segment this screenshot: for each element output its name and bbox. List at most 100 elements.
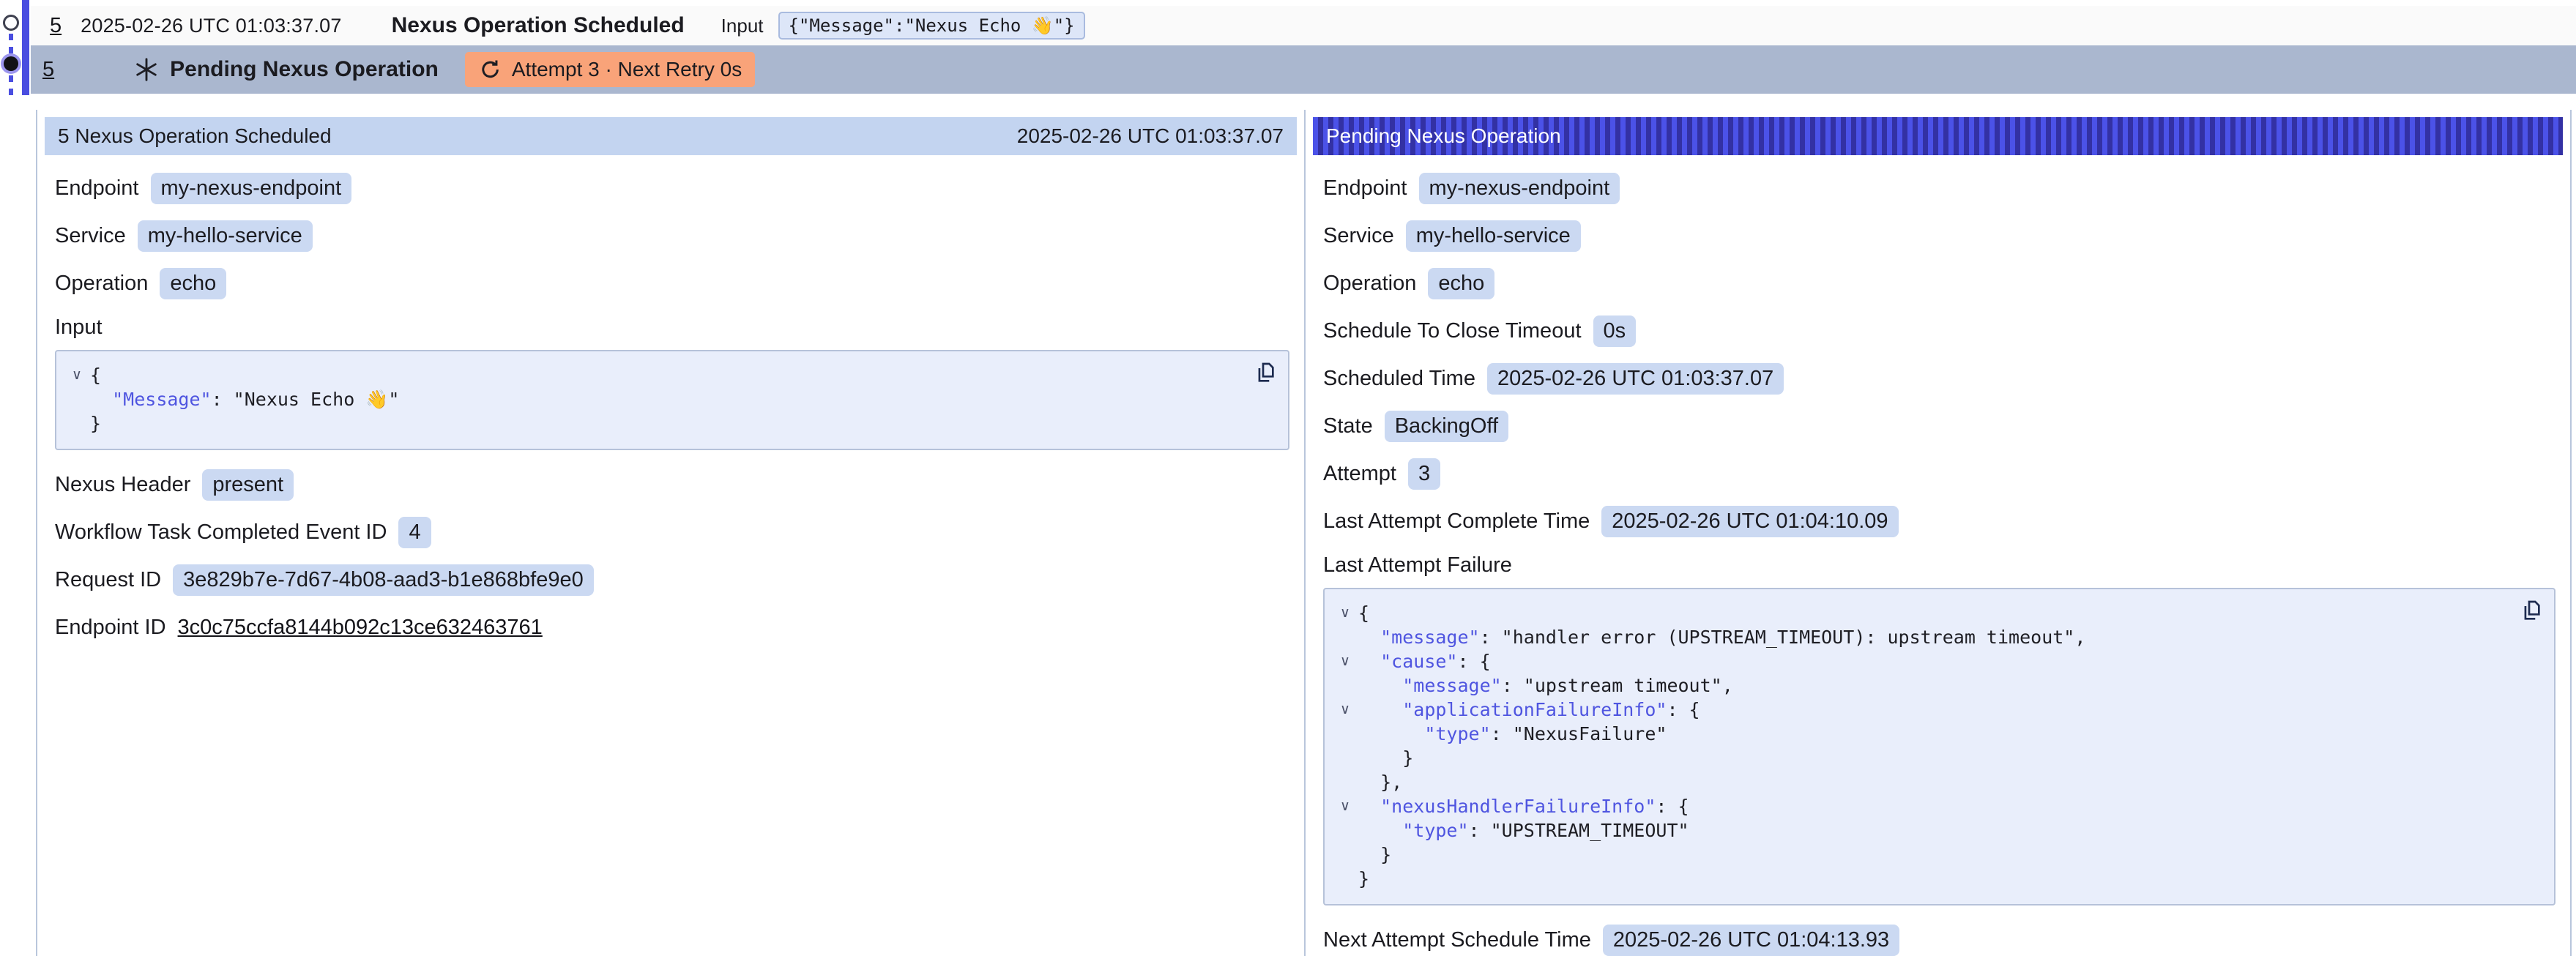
collapse-chevron-icon[interactable]: ∨	[64, 363, 90, 387]
field-label-endpoint: Endpoint	[1323, 176, 1407, 201]
pending-asterisk-icon	[133, 56, 160, 83]
code-gutter-spacer	[1332, 843, 1358, 867]
code-text: },	[1358, 770, 1402, 794]
copy-button[interactable]	[1254, 360, 1278, 387]
field-label-endpoint-id: Endpoint ID	[55, 616, 166, 640]
code-line: "type": "UPSTREAM_TIMEOUT"	[1332, 818, 2503, 843]
code-text: "type": "UPSTREAM_TIMEOUT"	[1358, 818, 1689, 843]
collapse-chevron-icon[interactable]: ∨	[1332, 698, 1358, 722]
field-value-badge-next-attempt-schedule-time: 2025-02-26 UTC 01:04:13.93	[1603, 925, 1899, 956]
field-value-badge-endpoint: my-nexus-endpoint	[1419, 173, 1620, 204]
field-value-badge-operation: echo	[1428, 268, 1494, 299]
code-gutter-spacer	[1332, 722, 1358, 746]
code-text: "message": "handler error (UPSTREAM_TIME…	[1358, 625, 2085, 649]
code-line: },	[1332, 770, 2503, 794]
event-row-nexus-operation-scheduled[interactable]: 5 2025-02-26 UTC 01:03:37.07 Nexus Opera…	[31, 6, 2576, 45]
event-title: Nexus Operation Scheduled	[392, 13, 685, 38]
field-state: StateBackingOff	[1323, 411, 2558, 442]
event-history-rows: 5 2025-02-26 UTC 01:03:37.07 Nexus Opera…	[31, 0, 2576, 94]
field-label-operation: Operation	[55, 272, 148, 296]
field-next-attempt-schedule-time: Next Attempt Schedule Time 2025-02-26 UTC…	[1323, 925, 2558, 956]
field-label-last-attempt-complete-time: Last Attempt Complete Time	[1323, 509, 1590, 534]
field-label-scheduled-time: Scheduled Time	[1323, 367, 1475, 391]
code-gutter-spacer	[1332, 625, 1358, 649]
field-value-badge-scheduled-time: 2025-02-26 UTC 01:03:37.07	[1487, 363, 1784, 395]
timeline-event-node-icon[interactable]	[3, 15, 19, 31]
field-label-endpoint: Endpoint	[55, 176, 139, 201]
code-line: "message": "handler error (UPSTREAM_TIME…	[1332, 625, 2503, 649]
code-gutter-spacer	[1332, 818, 1358, 843]
pending-operation-fields: Endpoint my-nexus-endpoint Servicemy-hello…	[1313, 155, 2563, 956]
field-service: Service my-hello-service	[55, 220, 1292, 252]
field-value-badge-service: my-hello-service	[1406, 220, 1581, 252]
code-gutter-spacer	[64, 387, 90, 411]
code-line: }	[64, 411, 1237, 436]
code-text: "type": "NexusFailure"	[1358, 722, 1667, 746]
code-line: ∨ "applicationFailureInfo": {	[1332, 698, 2503, 722]
timeline-connector	[9, 75, 13, 95]
code-gutter-spacer	[1332, 673, 1358, 698]
panel-title: 5 Nexus Operation Scheduled	[58, 124, 332, 148]
field-attempt: Attempt 3	[1323, 458, 2558, 490]
collapse-chevron-icon[interactable]: ∨	[1332, 601, 1358, 625]
field-label-service: Service	[55, 224, 126, 248]
code-text: "Message": "Nexus Echo 👋"	[90, 387, 399, 411]
field-operation: Operationecho	[1323, 268, 2558, 299]
copy-button[interactable]	[2520, 598, 2544, 625]
field-value-badge-workflow-task-completed-event-id: 4	[398, 517, 431, 548]
pending-operation-title: Pending Nexus Operation	[170, 57, 439, 82]
code-line: "Message": "Nexus Echo 👋"	[64, 387, 1237, 411]
field-label-schedule-to-close-timeout: Schedule To Close Timeout	[1323, 319, 1582, 343]
field-service: Servicemy-hello-service	[1323, 220, 2558, 252]
field-endpoint: Endpoint my-nexus-endpoint	[1323, 173, 2558, 204]
field-nexus-header: Nexus Header present	[55, 469, 1292, 501]
field-label-input: Input	[55, 315, 1281, 340]
field-label-state: State	[1323, 414, 1373, 438]
event-detail-panels: 5 Nexus Operation Scheduled 2025-02-26 U…	[36, 110, 2572, 956]
field-value-badge-request-id: 3e829b7e-7d67-4b08-aad3-b1e868bfe9e0	[173, 564, 594, 596]
code-text: }	[1358, 843, 1391, 867]
field-value-badge-last-attempt-complete-time: 2025-02-26 UTC 01:04:10.09	[1601, 506, 1898, 537]
field-label-attempt: Attempt	[1323, 462, 1396, 486]
code-text: }	[90, 411, 101, 436]
code-text: "cause": {	[1358, 649, 1491, 673]
field-request-id: Request ID3e829b7e-7d67-4b08-aad3-b1e868…	[55, 564, 1292, 596]
field-value-link-endpoint-id[interactable]: 3c0c75ccfa8144b092c13ce632463761	[178, 616, 543, 640]
event-timestamp: 2025-02-26 UTC 01:03:37.07	[81, 15, 341, 37]
code-gutter-spacer	[1332, 867, 1358, 891]
code-line: ∨ "nexusHandlerFailureInfo": {	[1332, 794, 2503, 818]
event-id-link[interactable]: 5	[50, 14, 62, 38]
field-value-badge-attempt: 3	[1408, 458, 1440, 490]
event-id-link[interactable]: 5	[42, 58, 54, 82]
field-value-badge-nexus-header: present	[202, 469, 294, 501]
field-schedule-to-close-timeout: Schedule To Close Timeout 0s	[1323, 315, 2558, 347]
code-text: "message": "upstream timeout",	[1358, 673, 1733, 698]
code-text: "nexusHandlerFailureInfo": {	[1358, 794, 1689, 818]
code-line: }	[1332, 867, 2503, 891]
code-block-input: ∨{ "Message": "Nexus Echo 👋"}	[55, 350, 1289, 450]
timeline-pending-node-icon[interactable]	[4, 56, 18, 71]
collapse-chevron-icon[interactable]: ∨	[1332, 649, 1358, 673]
code-text: }	[1358, 746, 1413, 770]
retry-badge-label: Attempt 3 · Next Retry 0s	[512, 58, 742, 81]
field-value-badge-service: my-hello-service	[138, 220, 313, 252]
pending-operation-header: Pending Nexus Operation	[1313, 117, 2563, 155]
event-details-fields: Endpointmy-nexus-endpointServicemy-hello…	[45, 155, 1297, 660]
field-label-last-attempt-failure: Last Attempt Failure	[1323, 553, 2547, 578]
panel-title: Pending Nexus Operation	[1326, 124, 1561, 148]
code-line: ∨{	[1332, 601, 2503, 625]
pending-nexus-operation-row[interactable]: 5 Pending Nexus Operation Attempt 3 · Ne…	[31, 45, 2576, 94]
code-gutter-spacer	[64, 411, 90, 436]
collapse-chevron-icon[interactable]: ∨	[1332, 794, 1358, 818]
input-preview-chip: {"Message":"Nexus Echo 👋"}	[778, 12, 1085, 40]
event-details-header: 5 Nexus Operation Scheduled 2025-02-26 U…	[45, 117, 1297, 155]
field-value-badge-schedule-to-close-timeout: 0s	[1593, 315, 1637, 347]
code-line: "type": "NexusFailure"	[1332, 722, 2503, 746]
code-text: }	[1358, 867, 1369, 891]
code-gutter-spacer	[1332, 746, 1358, 770]
field-value-badge-operation: echo	[160, 268, 226, 299]
field-label-nexus-header: Nexus Header	[55, 473, 190, 497]
field-label-workflow-task-completed-event-id: Workflow Task Completed Event ID	[55, 520, 387, 545]
field-label-next-attempt-schedule-time: Next Attempt Schedule Time	[1323, 928, 1591, 952]
event-details-panel: 5 Nexus Operation Scheduled 2025-02-26 U…	[37, 110, 1304, 956]
